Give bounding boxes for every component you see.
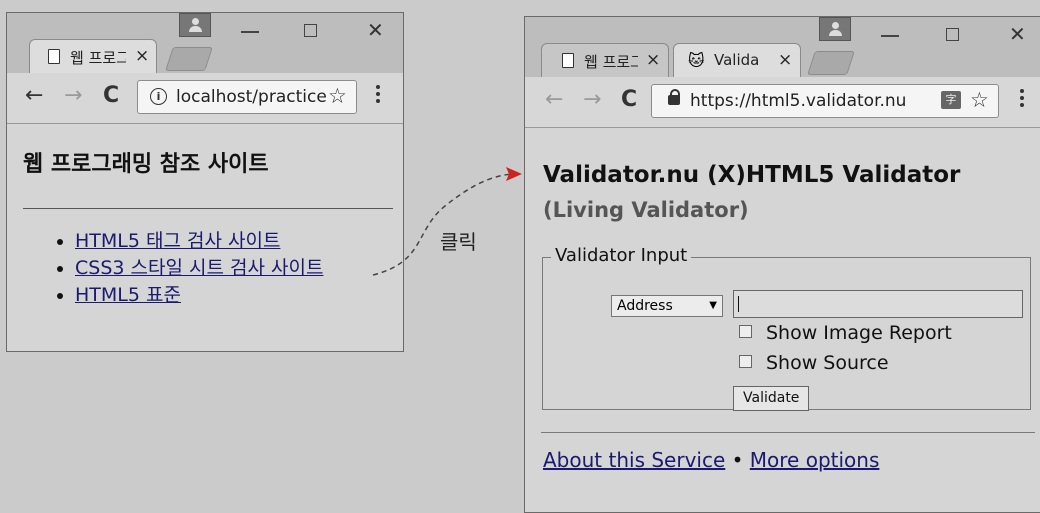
more-options-link[interactable]: More options (750, 448, 880, 472)
link-separator: • (731, 448, 744, 472)
fieldset-legend: Validator Input (551, 245, 692, 266)
footer-links: About this Service • More options (543, 448, 879, 472)
tab-title: 웹 프로그 (584, 53, 638, 71)
tab-current[interactable]: 🐱 Valida × (673, 43, 801, 77)
about-service-link[interactable]: About this Service (543, 448, 725, 472)
tab-close-icon[interactable]: × (778, 50, 792, 70)
tab-inactive[interactable]: 웹 프로그 × (541, 43, 669, 77)
chevron-down-icon: ▼ (709, 300, 717, 311)
title-bar: ✕ 웹 프로그 × 🐱 Valida × (525, 17, 1040, 77)
annotation-label: 클릭 (440, 230, 477, 254)
show-image-report-checkbox[interactable] (739, 325, 752, 338)
translate-icon[interactable]: 字 (941, 91, 961, 109)
checkbox-label: Show Source (766, 352, 889, 374)
page-content: Validator.nu (X)HTML5 Validator (Living … (525, 128, 1040, 512)
forward-button[interactable]: → (583, 87, 601, 112)
page-subtitle: (Living Validator) (543, 198, 749, 222)
address-bar[interactable]: https://html5.validator.nu 字 ☆ (651, 84, 999, 118)
input-mode-select[interactable]: Address ▼ (611, 295, 723, 317)
reload-button[interactable]: C (621, 87, 637, 112)
menu-icon[interactable] (1020, 89, 1024, 110)
select-value: Address (617, 298, 673, 314)
profile-icon[interactable] (819, 17, 851, 41)
validate-button[interactable]: Validate (733, 386, 810, 411)
lock-icon[interactable] (668, 89, 680, 105)
browser-window-right: ✕ 웹 프로그 × 🐱 Valida × ← → C https://html5… (524, 16, 1040, 513)
tab-title: Valida (714, 51, 760, 69)
star-icon[interactable]: ☆ (970, 88, 989, 112)
validator-input-fieldset: Validator Input Address ▼ Show Image Rep… (542, 245, 1031, 411)
page-title: Validator.nu (X)HTML5 Validator (543, 162, 961, 188)
back-button[interactable]: ← (545, 87, 563, 112)
validator-favicon-icon: 🐱 (688, 51, 705, 70)
toolbar: ← → C https://html5.validator.nu 字 ☆ (525, 77, 1040, 128)
checkbox-label: Show Image Report (766, 322, 952, 344)
close-window-icon[interactable]: ✕ (1009, 22, 1026, 46)
show-source-option[interactable]: Show Source (739, 352, 889, 374)
divider (541, 432, 1035, 433)
minimize-icon[interactable] (881, 35, 899, 37)
show-source-checkbox[interactable] (739, 355, 752, 368)
url-text: https://html5.validator.nu (690, 91, 907, 111)
address-input[interactable] (733, 290, 1023, 318)
document-icon (562, 53, 574, 68)
new-tab-button[interactable] (807, 51, 855, 75)
tab-close-icon[interactable]: × (646, 50, 660, 70)
maximize-icon[interactable] (946, 28, 959, 41)
show-image-report-option[interactable]: Show Image Report (739, 322, 952, 344)
